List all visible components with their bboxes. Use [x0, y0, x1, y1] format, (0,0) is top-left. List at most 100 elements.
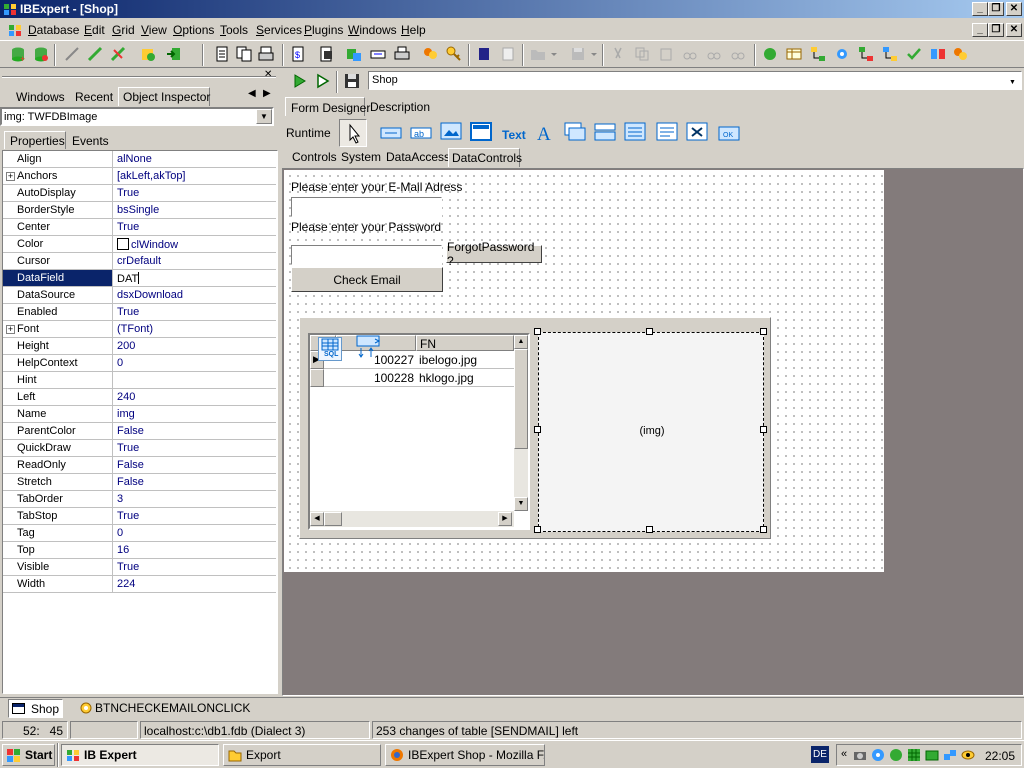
dbcheckbox-icon[interactable] — [686, 122, 708, 142]
property-value[interactable]: True — [114, 559, 275, 575]
form-name-dropdown-icon[interactable]: ▼ — [1009, 79, 1016, 86]
resize-handle[interactable] — [760, 328, 767, 335]
resize-handle[interactable] — [646, 526, 653, 533]
dbbutton-icon[interactable]: OK — [718, 124, 740, 142]
property-value[interactable]: False — [114, 457, 275, 473]
resize-handle[interactable] — [534, 328, 541, 335]
property-row-quickdraw[interactable]: QuickDraw True — [3, 440, 276, 457]
property-row-font[interactable]: + Font (TFont) — [3, 321, 276, 338]
palette-tab-datacontrols[interactable]: DataControls — [448, 148, 522, 167]
dblookup-icon[interactable] — [624, 122, 646, 142]
property-row-stretch[interactable]: Stretch False — [3, 474, 276, 491]
tab-form-designer[interactable]: Form Designer — [285, 97, 370, 116]
menu-services[interactable]: Services — [256, 23, 302, 37]
print-doc-icon[interactable] — [258, 46, 274, 62]
db-grid-icon[interactable] — [346, 46, 362, 62]
taskbar-item-mozilla[interactable]: IBExpert Shop - Mozilla F... — [385, 744, 545, 766]
property-value[interactable]: True — [114, 304, 275, 320]
component-selector[interactable]: img: TWFDBImage ▼ — [0, 107, 274, 126]
scroll-up-button[interactable]: ▲ — [514, 335, 528, 349]
tab-scroll-left-icon[interactable]: ◀ — [248, 88, 256, 99]
property-value[interactable]: True — [114, 440, 275, 456]
find-next-icon[interactable] — [706, 46, 722, 62]
disconnect-icon[interactable] — [110, 46, 126, 62]
property-row-name[interactable]: Name img — [3, 406, 276, 423]
property-value[interactable]: crDefault — [114, 253, 275, 269]
dblistbox-icon[interactable] — [564, 122, 586, 142]
check-icon[interactable] — [906, 46, 922, 62]
exit-icon[interactable] — [166, 46, 182, 62]
resize-handle[interactable] — [534, 426, 541, 433]
property-value[interactable]: 0 — [114, 355, 275, 371]
mdi-restore-button[interactable]: ❐ — [988, 23, 1004, 37]
tab-scroll-right-icon[interactable]: ▶ — [263, 88, 271, 99]
menu-windows[interactable]: Windows — [348, 23, 397, 37]
app-icon[interactable] — [3, 2, 17, 16]
property-row-parentcolor[interactable]: ParentColor False — [3, 423, 276, 440]
property-row-anchors[interactable]: + Anchors [akLeft,akTop] — [3, 168, 276, 185]
table-row[interactable]: 100227 ibelogo.jpg — [324, 351, 514, 369]
sql-query-component-icon[interactable]: SQL — [318, 337, 342, 361]
taskbar-item-export[interactable]: Export — [223, 744, 381, 766]
users-icon[interactable] — [422, 46, 438, 62]
property-row-cursor[interactable]: Cursor crDefault — [3, 253, 276, 270]
property-row-hint[interactable]: Hint — [3, 372, 276, 389]
property-value[interactable]: [akLeft,akTop] — [114, 168, 275, 184]
copy-doc-icon[interactable] — [236, 46, 252, 62]
subtab-properties[interactable]: Properties — [4, 131, 66, 149]
table-icon[interactable] — [786, 46, 802, 62]
property-value[interactable]: 200 — [114, 338, 275, 354]
tray-expand-icon[interactable]: « — [841, 748, 847, 760]
register-db-icon[interactable]: + — [10, 46, 26, 64]
menu-view[interactable]: View — [141, 23, 167, 37]
db-tool-icon[interactable] — [140, 46, 156, 62]
unregister-db-icon[interactable] — [33, 46, 49, 62]
taskbar-item-ibexpert[interactable]: IB Expert — [61, 744, 219, 766]
property-value[interactable]: True — [114, 508, 275, 524]
tray-camera-icon[interactable] — [853, 748, 867, 762]
property-row-left[interactable]: Left 240 — [3, 389, 276, 406]
tray-eye-icon[interactable] — [961, 748, 975, 762]
hscroll-thumb[interactable] — [324, 512, 342, 526]
query-icon[interactable] — [318, 46, 334, 62]
tab-description[interactable]: Description — [370, 100, 430, 114]
dbcombobox-icon[interactable] — [594, 122, 616, 142]
key-icon[interactable] — [446, 46, 462, 62]
forgot-password-button[interactable]: ForgotPassword ? — [446, 240, 542, 268]
relations-icon[interactable] — [858, 46, 874, 62]
tab-object-inspector[interactable]: Object Inspector — [118, 87, 210, 106]
mdi-icon[interactable] — [8, 23, 22, 37]
property-row-datafield[interactable]: DataField DAT — [3, 270, 276, 287]
dbedit-icon[interactable]: ab — [410, 124, 432, 142]
tray-network-icon[interactable] — [943, 748, 957, 762]
title-bar[interactable]: IBExpert - [Shop] _ ❐ ✕ — [0, 0, 1024, 18]
resize-handle[interactable] — [646, 328, 653, 335]
property-row-datasource[interactable]: DataSource dsxDownload — [3, 287, 276, 304]
tray-gear-icon[interactable] — [871, 748, 885, 762]
password-input[interactable] — [291, 245, 442, 265]
resize-handle[interactable] — [760, 526, 767, 533]
property-row-borderstyle[interactable]: BorderStyle bsSingle — [3, 202, 276, 219]
property-value[interactable]: 0 — [114, 525, 275, 541]
window-tab-btncheckemailonclick[interactable]: BTNCHECKEMAILONCLICK — [76, 699, 250, 718]
check-email-button[interactable]: Check Email — [291, 267, 443, 292]
property-value[interactable]: True — [114, 185, 275, 201]
save-form-icon[interactable] — [344, 73, 360, 89]
property-value[interactable]: (TFont) — [114, 321, 275, 337]
resize-handle[interactable] — [534, 526, 541, 533]
run-icon[interactable] — [292, 73, 308, 89]
property-row-autodisplay[interactable]: AutoDisplay True — [3, 185, 276, 202]
property-row-tag[interactable]: Tag 0 — [3, 525, 276, 542]
menu-help[interactable]: Help — [401, 23, 426, 37]
tray-battery-icon[interactable] — [925, 748, 939, 762]
pointer-tool-button[interactable] — [339, 119, 367, 147]
grid-vscrollbar[interactable]: ▲ ▼ — [514, 335, 528, 511]
property-value[interactable]: DAT — [114, 270, 275, 286]
find-icon[interactable] — [682, 46, 698, 62]
gear-icon[interactable] — [834, 46, 850, 62]
maximize-button[interactable]: ❐ — [988, 2, 1004, 16]
property-row-color[interactable]: Color clWindow — [3, 236, 276, 253]
scroll-down-button[interactable]: ▼ — [514, 497, 528, 511]
email-input[interactable] — [291, 197, 442, 217]
scroll-thumb[interactable] — [514, 349, 528, 449]
